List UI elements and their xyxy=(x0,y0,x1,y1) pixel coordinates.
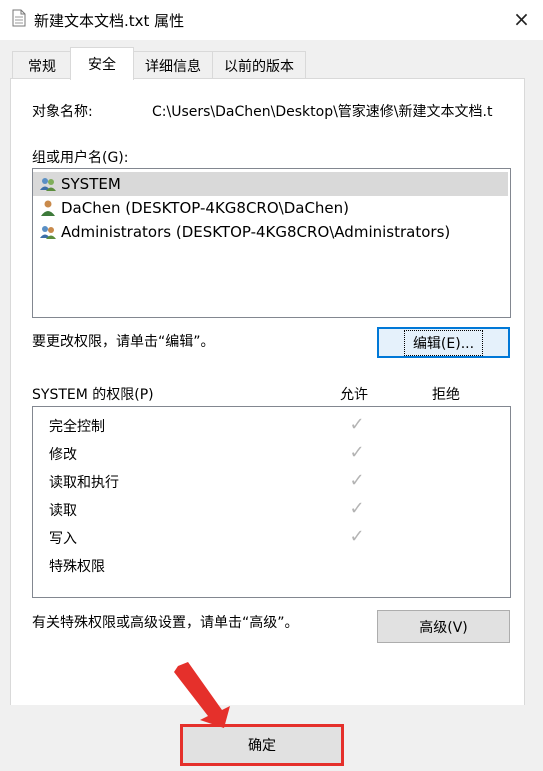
close-icon: × xyxy=(513,7,530,31)
permissions-listbox: 完全控制 ✓ 修改 ✓ 读取和执行 ✓ 读取 ✓ 写入 ✓ 特殊权限 xyxy=(32,406,511,598)
ok-button-label: 确定 xyxy=(248,738,276,754)
check-icon: ✓ xyxy=(349,414,365,435)
deny-header: 拒绝 xyxy=(432,387,460,403)
groups-label: 组或用户名(G): xyxy=(32,150,129,166)
text-file-icon xyxy=(12,9,26,27)
permission-name: 修改 xyxy=(49,447,77,463)
permission-name: 读取 xyxy=(49,503,77,519)
advanced-button[interactable]: 高级(V) xyxy=(377,610,510,643)
annotation-arrow-icon xyxy=(174,662,230,728)
ok-button[interactable]: 确定 xyxy=(180,724,344,766)
list-item-dachen[interactable]: DaChen (DESKTOP-4KG8CRO\DaChen) xyxy=(33,196,349,220)
window-title: 新建文本文档.txt 属性 xyxy=(34,12,185,30)
object-name-value: C:\Users\DaChen\Desktop\管家速修\新建文本文档.t xyxy=(152,104,493,120)
permissions-label: SYSTEM 的权限(P) xyxy=(32,387,154,403)
check-icon: ✓ xyxy=(349,498,365,519)
group-name: DaChen (DESKTOP-4KG8CRO\DaChen) xyxy=(61,199,350,217)
permission-row: 特殊权限 xyxy=(33,552,509,580)
permission-row: 读取和执行 ✓ xyxy=(33,468,509,496)
tab-previous-versions[interactable]: 以前的版本 xyxy=(212,51,306,79)
tab-label: 安全 xyxy=(88,57,116,73)
permission-name: 读取和执行 xyxy=(49,475,119,491)
permission-row: 读取 ✓ xyxy=(33,496,509,524)
list-item-administrators[interactable]: Administrators (DESKTOP-4KG8CRO\Administ… xyxy=(33,220,450,244)
group-name: Administrators (DESKTOP-4KG8CRO\Administ… xyxy=(61,223,451,241)
permission-row: 完全控制 ✓ xyxy=(33,412,509,440)
object-name-label: 对象名称: xyxy=(32,104,93,120)
tab-label: 常规 xyxy=(28,58,56,75)
check-icon: ✓ xyxy=(349,526,365,547)
user-icon xyxy=(41,200,55,216)
close-button[interactable]: × xyxy=(500,0,543,38)
change-permissions-hint: 要更改权限，请单击“编辑”。 xyxy=(32,334,215,350)
permission-row: 修改 ✓ xyxy=(33,440,509,468)
permission-name: 特殊权限 xyxy=(49,559,105,575)
group-name: SYSTEM xyxy=(61,175,121,193)
permission-name: 写入 xyxy=(49,531,77,547)
tab-security[interactable]: 安全 xyxy=(70,47,134,80)
user-group-icon xyxy=(40,178,56,191)
user-group-icon xyxy=(40,226,56,239)
allow-header: 允许 xyxy=(340,387,368,403)
groups-listbox[interactable]: SYSTEM DaChen (DESKTOP-4KG8CRO\DaChen) A… xyxy=(32,168,511,318)
permission-row: 写入 ✓ xyxy=(33,524,509,552)
edit-button-label: 编辑(E)... xyxy=(403,329,484,356)
check-icon: ✓ xyxy=(349,442,365,463)
title-bar: 新建文本文档.txt 属性 × xyxy=(0,0,543,40)
tab-label: 详细信息 xyxy=(145,58,201,75)
edit-button[interactable]: 编辑(E)... xyxy=(377,327,510,358)
tab-label: 以前的版本 xyxy=(224,58,294,75)
list-item-system[interactable]: SYSTEM xyxy=(33,172,508,196)
advanced-hint: 有关特殊权限或高级设置，请单击“高级”。 xyxy=(32,615,299,631)
tab-details[interactable]: 详细信息 xyxy=(132,51,214,79)
advanced-button-label: 高级(V) xyxy=(419,619,468,636)
tab-general[interactable]: 常规 xyxy=(12,51,72,79)
check-icon: ✓ xyxy=(349,470,365,491)
permission-name: 完全控制 xyxy=(49,419,105,435)
